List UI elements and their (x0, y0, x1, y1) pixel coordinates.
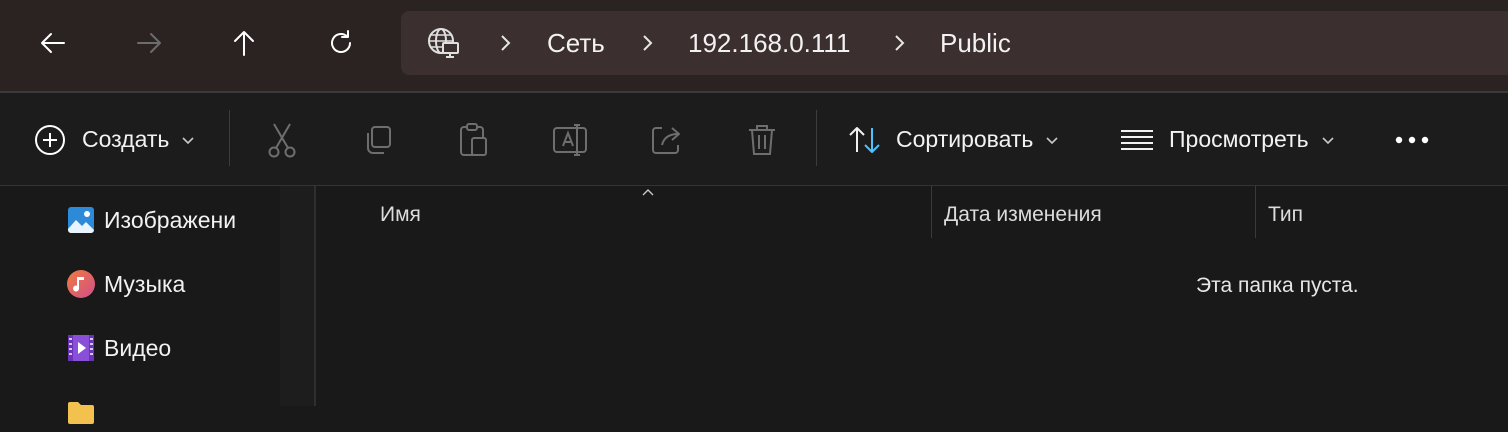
up-button[interactable] (223, 22, 265, 64)
folder-icon (68, 402, 94, 424)
empty-folder-message: Эта папка пуста. (1196, 274, 1359, 297)
more-icon (1395, 136, 1429, 143)
back-button[interactable] (32, 22, 74, 64)
column-header-name[interactable]: Имя (380, 186, 421, 238)
chevron-right-icon (501, 35, 511, 51)
navigation-pane: Изображени Музыка Видео (0, 186, 336, 424)
sort-label: Сортировать (896, 126, 1034, 152)
breadcrumb-host[interactable]: 192.168.0.111 (688, 11, 850, 75)
arrow-right-icon (137, 33, 161, 53)
copy-button[interactable] (362, 93, 394, 186)
column-header-date[interactable]: Дата изменения (944, 186, 1102, 238)
chevron-down-icon (182, 136, 194, 144)
new-button[interactable]: Создать (34, 93, 195, 186)
paste-icon (460, 122, 487, 156)
view-button[interactable]: Просмотреть (1120, 93, 1335, 186)
refresh-icon (331, 30, 351, 53)
sort-icon (849, 126, 880, 153)
delete-button[interactable] (746, 93, 778, 186)
address-bar[interactable]: Сеть 192.168.0.111 Public (401, 11, 1508, 75)
column-resize-handle[interactable] (931, 186, 932, 238)
more-button[interactable] (1394, 93, 1430, 186)
sort-ascending-indicator (642, 189, 654, 196)
refresh-button[interactable] (320, 22, 362, 64)
share-button[interactable] (650, 93, 684, 186)
arrow-up-icon (234, 31, 254, 56)
sort-button[interactable]: Сортировать (848, 93, 1059, 186)
sidebar-item-music[interactable]: Музыка (66, 264, 336, 304)
file-list: Имя Дата изменения Тип Эта папка пуста. (316, 186, 1508, 406)
separator (816, 110, 817, 166)
sidebar-item-folder[interactable] (66, 392, 280, 432)
sidebar-item-pictures[interactable]: Изображени (66, 200, 336, 240)
command-bar: Создать Сортировать Просмотреть (0, 93, 1508, 186)
sidebar-item-label: Видео (104, 334, 172, 361)
copy-icon (367, 125, 391, 154)
chevron-right-icon (643, 35, 653, 51)
arrow-left-icon (41, 33, 65, 53)
trash-icon (749, 124, 775, 155)
music-icon (67, 270, 95, 298)
sidebar-item-label: Изображени (104, 206, 237, 233)
pictures-icon (68, 207, 94, 233)
cut-button[interactable] (266, 93, 298, 186)
paste-button[interactable] (457, 93, 489, 186)
scissors-icon (268, 122, 296, 157)
separator (229, 110, 230, 166)
list-view-icon (1121, 129, 1153, 150)
column-header-type[interactable]: Тип (1268, 186, 1303, 238)
sidebar-item-label: Музыка (104, 270, 186, 297)
new-label: Создать (82, 126, 170, 152)
breadcrumb-network[interactable]: Сеть (547, 11, 605, 75)
plus-circle-icon (35, 124, 65, 155)
chevron-down-icon (1322, 136, 1334, 144)
video-icon (68, 335, 94, 361)
chevron-right-icon (895, 35, 905, 51)
column-resize-handle[interactable] (1255, 186, 1256, 238)
sidebar-item-video[interactable]: Видео (66, 328, 336, 368)
navigation-pane-scrollbar[interactable] (280, 186, 314, 406)
network-globe-icon (428, 28, 459, 58)
share-icon (652, 126, 680, 154)
rename-button[interactable] (552, 93, 588, 186)
rename-icon (553, 123, 587, 156)
chevron-down-icon (1046, 136, 1058, 144)
view-label: Просмотреть (1169, 126, 1309, 152)
breadcrumb-public[interactable]: Public (940, 11, 1011, 75)
forward-button[interactable] (128, 22, 170, 64)
navigation-bar: Сеть 192.168.0.111 Public (0, 0, 1508, 91)
